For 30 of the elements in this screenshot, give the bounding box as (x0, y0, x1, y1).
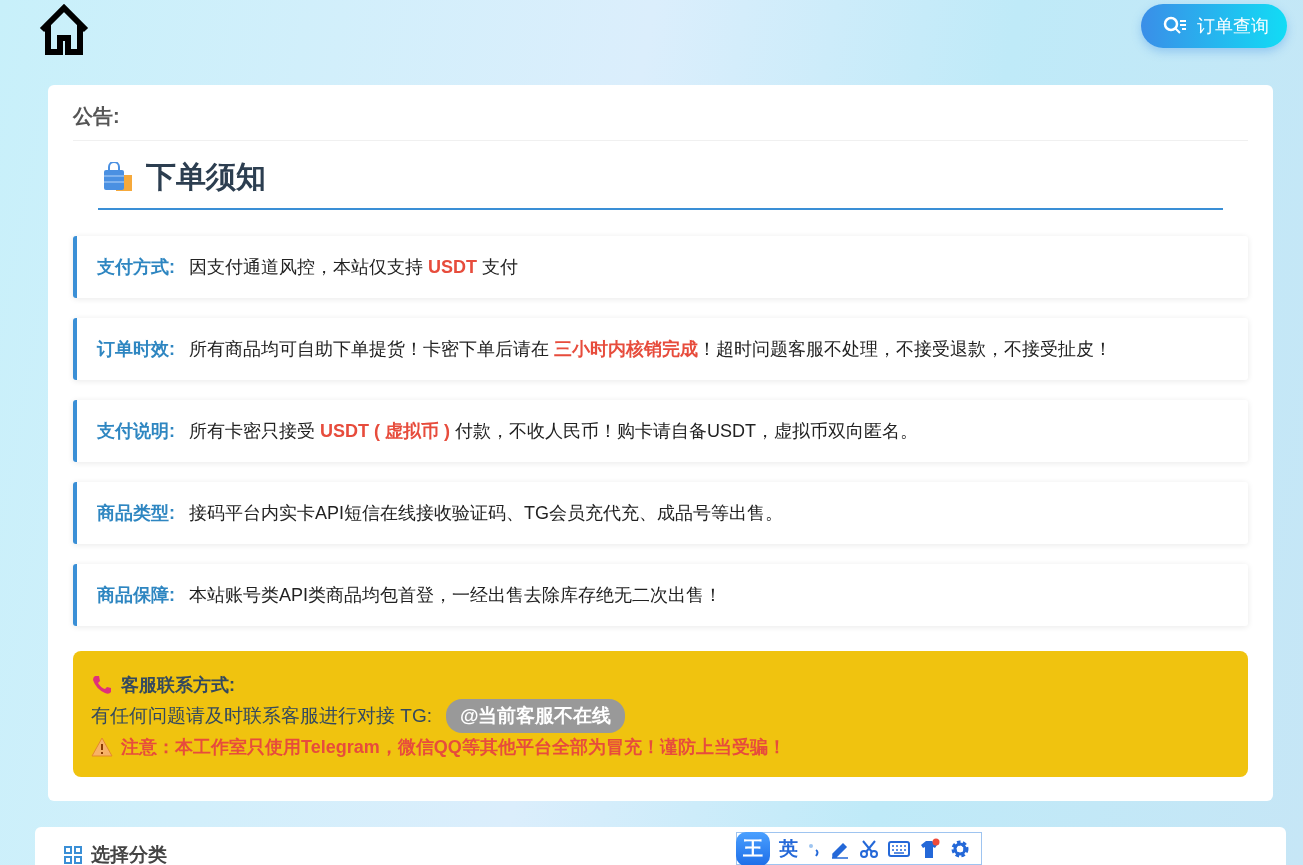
shirt-icon[interactable] (919, 837, 941, 860)
phone-icon (91, 674, 113, 696)
home-icon[interactable] (38, 4, 90, 56)
ime-mode-toggle[interactable]: 英 (779, 835, 798, 862)
contact-text: 有任何问题请及时联系客服进行对接 TG: (91, 704, 432, 728)
item-text: 所有商品均可自助下单提货！卡密下单后请在 三小时内核销完成！超时问题客服不处理，不接受退款，不接受扯皮！ (189, 338, 1112, 361)
category-title: 选择分类 (91, 845, 167, 865)
order-query-button[interactable]: 订单查询 (1141, 4, 1287, 48)
item-text: 所有卡密只接受 USDT ( 虚拟币 ) 付款，不收人民币！购卡请自备USDT，虚拟币双向匿名。 (189, 420, 918, 443)
item-label: 商品类型: (97, 502, 175, 525)
item-label: 支付方式: (97, 256, 175, 279)
item-label: 支付说明: (97, 420, 175, 443)
ime-logo[interactable]: 王 (736, 831, 770, 865)
item-text: 接码平台内实卡API短信在线接收验证码、TG会员充代充、成品号等出售。 (189, 502, 783, 525)
grid-icon (63, 845, 83, 865)
scissors-icon[interactable] (859, 838, 879, 859)
item-text: 因支付通道风控，本站仅支持 USDT 支付 (189, 256, 519, 279)
search-icon (1163, 16, 1187, 36)
item-text: 本站账号类API类商品均包首登，一经出售去除库存绝无二次出售！ (189, 584, 722, 607)
item-label: 商品保障: (97, 584, 175, 607)
item-label: 订单时效: (97, 338, 175, 361)
keyboard-icon[interactable] (888, 839, 910, 858)
telegram-status-link[interactable]: @当前客服不在线 (445, 699, 626, 733)
shopping-bag-icon (102, 161, 134, 194)
notice-title: 下单须知 (146, 159, 266, 195)
contact-title: 客服联系方式: (121, 674, 235, 697)
warning-text: 注意：本工作室只使用Telegram，微信QQ等其他平台全部为冒充！谨防上当受骗！ (121, 736, 786, 759)
settings-icon[interactable] (950, 838, 970, 859)
notice-heading: 公告: (73, 103, 1248, 141)
warning-icon (91, 737, 113, 757)
